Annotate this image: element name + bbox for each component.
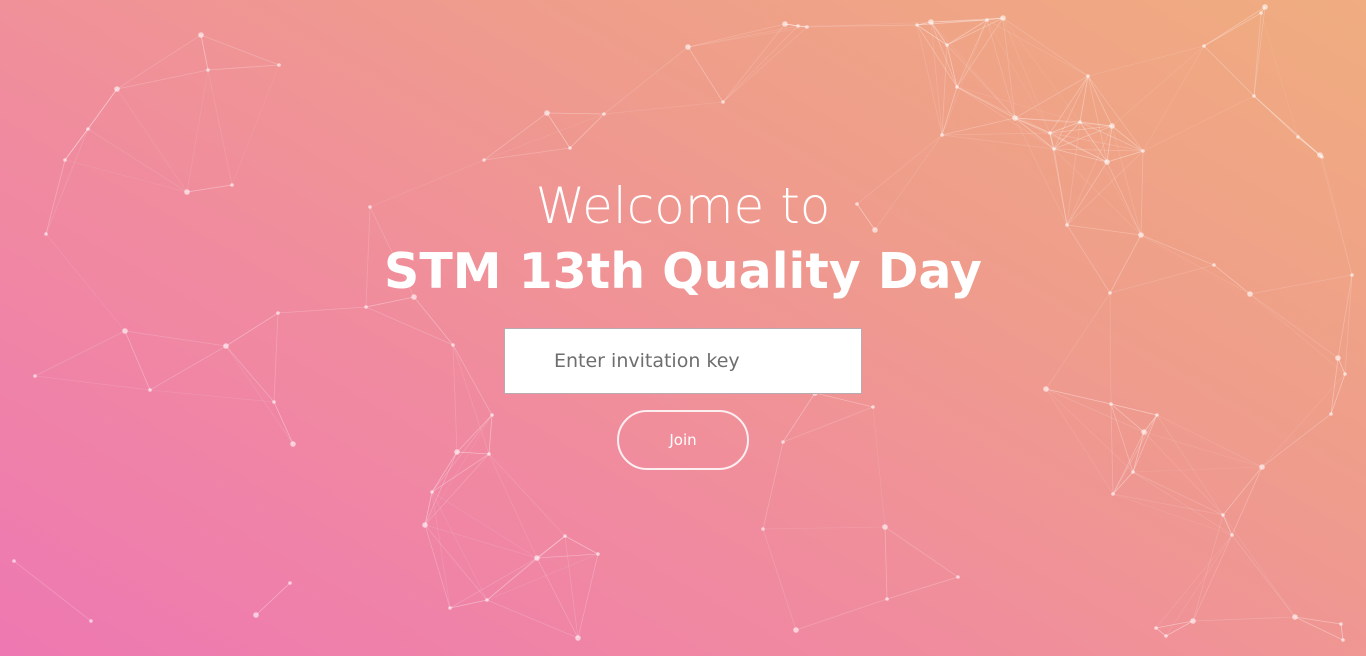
welcome-heading: Welcome to bbox=[535, 177, 831, 235]
join-button[interactable]: Join bbox=[617, 410, 749, 470]
event-title: STM 13th Quality Day bbox=[384, 243, 982, 300]
invitation-key-input[interactable] bbox=[504, 328, 862, 394]
login-panel: Welcome to STM 13th Quality Day Join bbox=[0, 0, 1366, 656]
